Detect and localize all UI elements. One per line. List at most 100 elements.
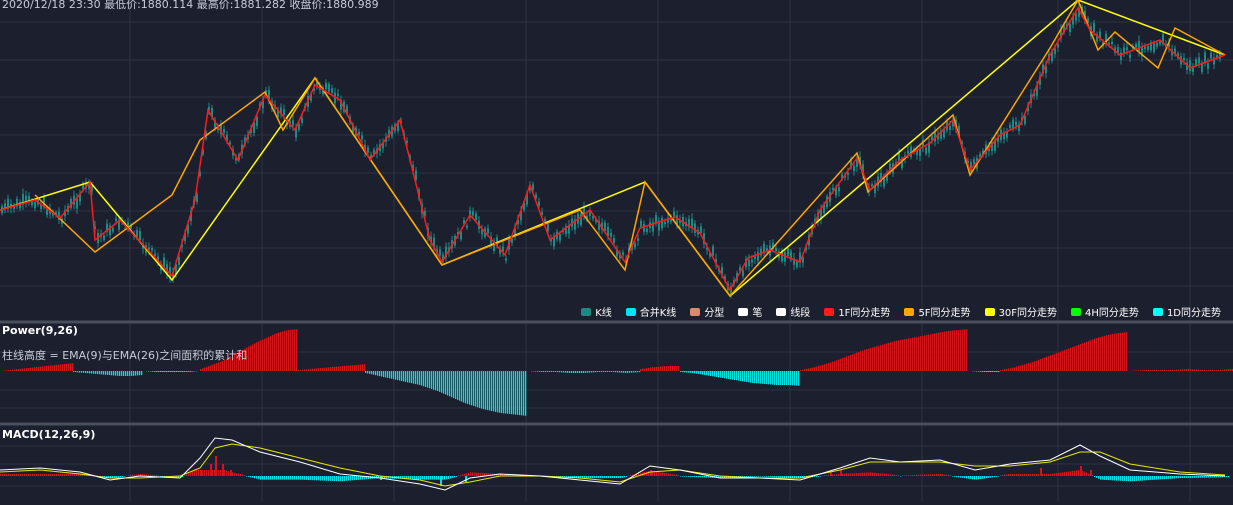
legend-item[interactable]: 1F同分走势 bbox=[824, 304, 890, 319]
macd-bar-positive bbox=[70, 474, 71, 476]
macd-bar-negative bbox=[748, 476, 749, 477]
power-bar-negative bbox=[393, 371, 394, 379]
macd-bar-positive bbox=[892, 475, 893, 476]
power-bar-positive bbox=[1154, 370, 1155, 371]
power-bar-positive bbox=[1086, 342, 1087, 371]
power-bar-positive bbox=[1072, 347, 1073, 371]
macd-bar-positive bbox=[1030, 474, 1031, 476]
macd-bar-positive bbox=[1072, 471, 1073, 476]
macd-bar-positive bbox=[192, 471, 193, 476]
power-bar-positive bbox=[250, 345, 251, 371]
power-bar-negative bbox=[511, 371, 512, 414]
power-bar-positive bbox=[1090, 340, 1091, 371]
candle-body bbox=[76, 198, 78, 208]
macd-bar-positive bbox=[1070, 471, 1071, 476]
macd-bar-negative bbox=[262, 476, 263, 480]
macd-bar-negative bbox=[448, 476, 449, 479]
macd-bar-negative bbox=[1126, 476, 1127, 481]
macd-bar-negative bbox=[1216, 476, 1217, 477]
macd-bar-spike bbox=[210, 464, 212, 476]
power-bar-positive bbox=[1040, 359, 1041, 371]
macd-bar-negative bbox=[620, 476, 621, 478]
power-bar-positive bbox=[1020, 365, 1021, 371]
power-bar-positive bbox=[1008, 369, 1009, 372]
legend-item[interactable]: 笔 bbox=[738, 304, 762, 319]
power-bar-negative bbox=[790, 371, 791, 385]
power-bar-negative bbox=[726, 371, 727, 379]
chart-canvas[interactable] bbox=[0, 0, 1233, 501]
macd-bar-negative bbox=[952, 476, 953, 477]
power-bar-negative bbox=[407, 371, 408, 382]
power-bar-negative bbox=[541, 371, 542, 372]
legend-item[interactable]: K线 bbox=[581, 304, 612, 319]
power-bar-negative bbox=[105, 371, 106, 375]
power-bar-negative bbox=[111, 371, 112, 375]
macd-bar-positive bbox=[1024, 474, 1025, 476]
macd-bar-positive bbox=[906, 475, 907, 476]
power-bar-negative bbox=[794, 371, 795, 386]
power-bar-positive bbox=[46, 366, 47, 371]
legend-item[interactable]: 线段 bbox=[776, 304, 810, 319]
macd-bar-positive bbox=[156, 475, 157, 476]
power-bar-positive bbox=[326, 367, 327, 371]
macd-bar-negative bbox=[788, 476, 789, 478]
power-bar-positive bbox=[922, 336, 923, 371]
power-bar-negative bbox=[569, 371, 570, 373]
macd-bar-negative bbox=[1158, 476, 1159, 480]
macd-bar-positive bbox=[936, 474, 937, 476]
macd-bar-positive bbox=[4, 474, 5, 476]
candle-body bbox=[1198, 57, 1200, 63]
macd-bar-spike bbox=[230, 470, 232, 476]
power-bar-negative bbox=[609, 371, 610, 372]
legend-item[interactable]: 5F同分走势 bbox=[904, 304, 970, 319]
power-bar-positive bbox=[1028, 363, 1029, 371]
power-bar-negative bbox=[421, 371, 422, 386]
macd-bar-negative bbox=[324, 476, 325, 481]
power-bar-negative bbox=[772, 371, 773, 385]
macd-bar-positive bbox=[1014, 474, 1015, 476]
power-bar-negative bbox=[152, 371, 153, 372]
power-bar-negative bbox=[585, 371, 586, 373]
macd-bar-negative bbox=[1106, 476, 1107, 480]
macd-bar-positive bbox=[54, 474, 55, 476]
macd-bar-spike bbox=[222, 464, 224, 476]
legend-item[interactable]: 合并K线 bbox=[626, 304, 677, 319]
chart-stage[interactable]: 2020/12/18 23:30 最低价:1880.114 最高价:1881.2… bbox=[0, 0, 1233, 501]
macd-bar-positive bbox=[1054, 473, 1055, 476]
power-bar-negative bbox=[479, 371, 480, 408]
power-bar-negative bbox=[387, 371, 388, 378]
power-bar-positive bbox=[860, 351, 861, 371]
power-bar-positive bbox=[830, 362, 831, 371]
macd-bar-negative bbox=[750, 476, 751, 477]
macd-bar-negative bbox=[302, 476, 303, 480]
power-bar-negative bbox=[437, 371, 438, 391]
power-bar-positive bbox=[1206, 370, 1207, 371]
legend-item[interactable]: 30F同分走势 bbox=[985, 304, 1057, 319]
macd-bar-positive bbox=[206, 470, 207, 476]
power-bar-negative bbox=[523, 371, 524, 416]
legend-item[interactable]: 分型 bbox=[690, 304, 724, 319]
macd-bar-negative bbox=[990, 476, 991, 478]
macd-bar-spike bbox=[215, 456, 217, 476]
power-bar-negative bbox=[170, 371, 171, 372]
macd-bar-positive bbox=[1034, 474, 1035, 476]
candle-body bbox=[622, 252, 624, 255]
power-bar-positive bbox=[354, 365, 355, 371]
macd-bar-negative bbox=[124, 476, 125, 477]
power-bar-positive bbox=[360, 364, 361, 371]
legend-item[interactable]: 4H同分走势 bbox=[1071, 304, 1139, 319]
candle-body bbox=[637, 238, 639, 241]
macd-bar-negative bbox=[774, 476, 775, 477]
power-bar-negative bbox=[495, 371, 496, 412]
power-bar-positive bbox=[848, 356, 849, 371]
macd-bar-positive bbox=[154, 475, 155, 476]
power-bar-negative bbox=[607, 371, 608, 372]
legend-item[interactable]: 1D同分走势 bbox=[1153, 304, 1221, 319]
macd-bar-positive bbox=[920, 475, 921, 476]
power-bar-positive bbox=[862, 350, 863, 371]
power-bar-positive bbox=[1148, 370, 1149, 371]
candle-body bbox=[871, 184, 873, 186]
macd-bar-positive bbox=[150, 475, 151, 476]
candle-body bbox=[838, 187, 840, 191]
power-bar-positive bbox=[58, 365, 59, 371]
